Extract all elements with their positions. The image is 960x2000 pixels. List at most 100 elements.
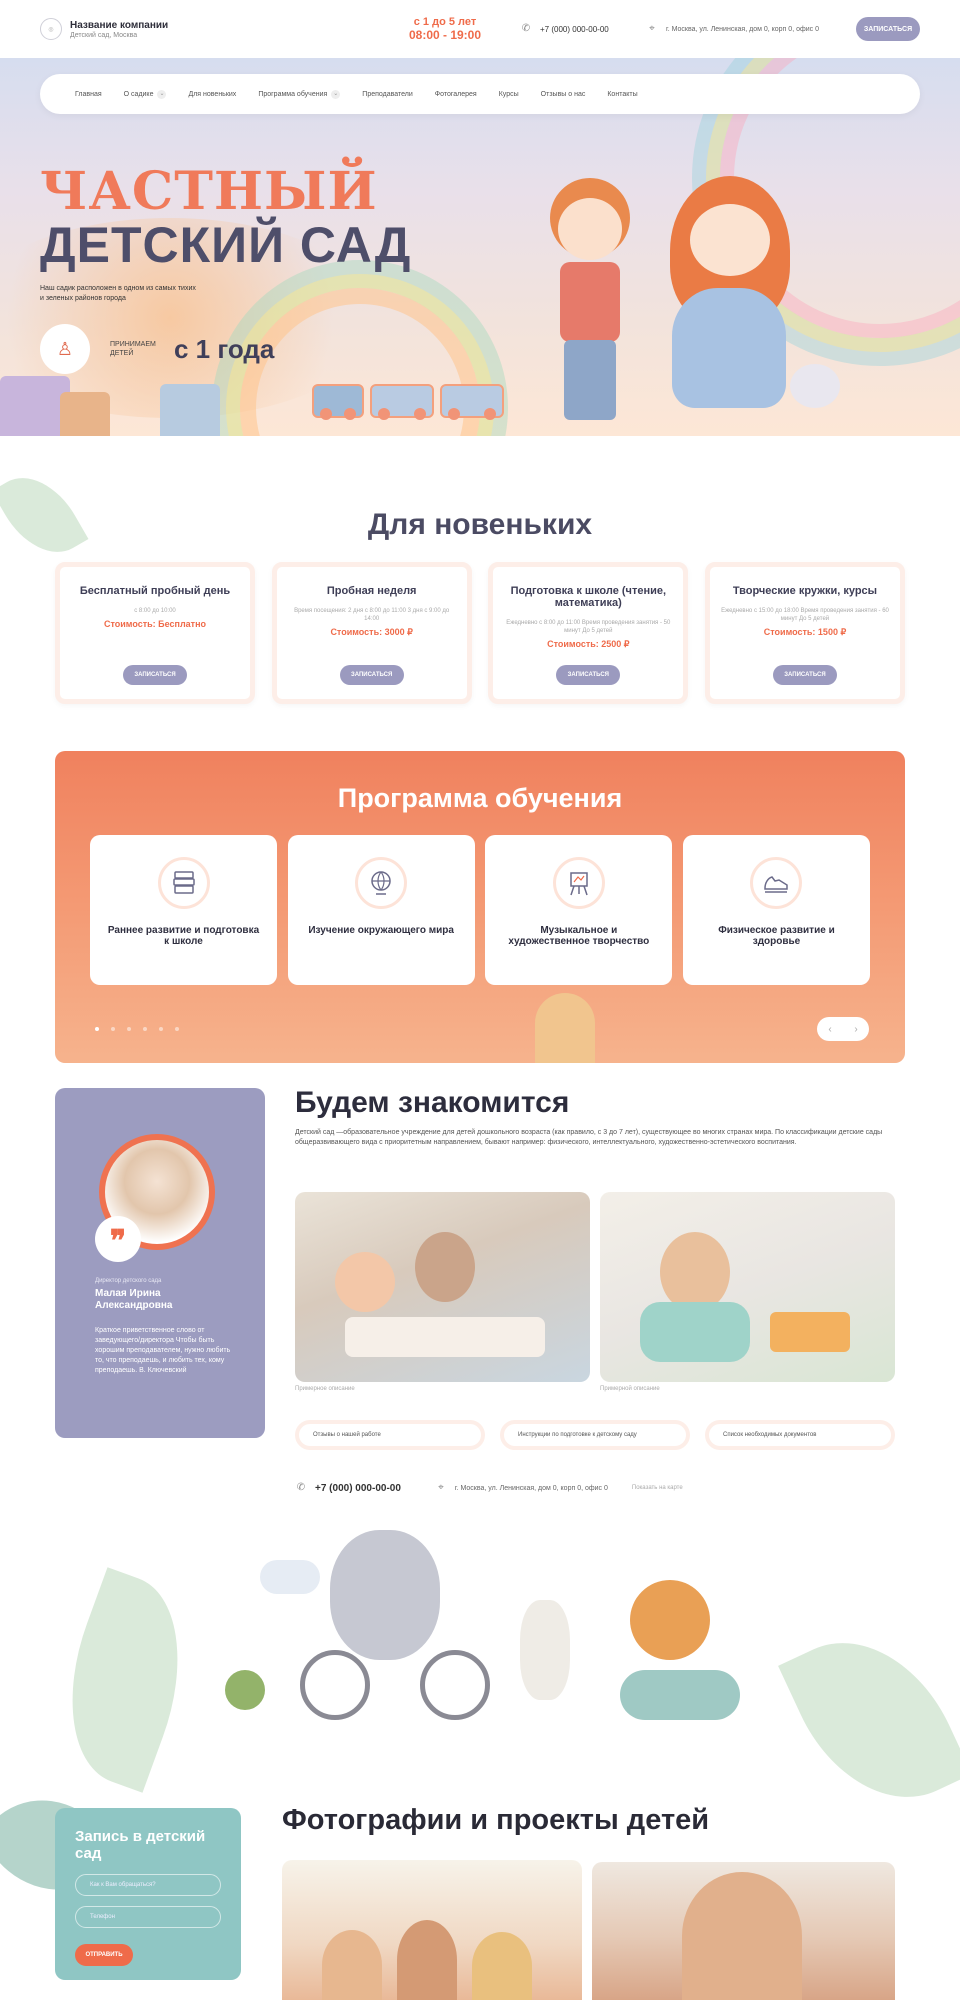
phone-icon: ✆: [521, 23, 531, 34]
nav-item-courses[interactable]: Курсы: [499, 91, 519, 98]
chevron-down-icon[interactable]: ⌄: [157, 89, 167, 99]
contact-phone[interactable]: +7 (000) 000-00-00: [315, 1483, 401, 1494]
program-card[interactable]: Физическое развитие и здоровье: [682, 835, 870, 985]
nav-item-home[interactable]: Главная: [75, 91, 102, 98]
company-subtitle: Детский сад, Москва: [70, 31, 138, 39]
kids-art-photo[interactable]: [282, 1860, 582, 2000]
card-signup-button[interactable]: ЗАПИСАТЬСЯ: [123, 665, 187, 685]
show-on-map-link[interactable]: Показать на карте: [632, 1485, 683, 1491]
form-title: Запись в детский сад: [75, 1828, 206, 1862]
director-quote: Краткое приветственное слово от заведующ…: [95, 1327, 231, 1374]
card-details: с 8:00 до 10:00: [134, 608, 176, 614]
header-phone-number[interactable]: +7 (000) 000-00-00: [540, 25, 609, 34]
turtle-illustration: [225, 1670, 265, 1710]
carousel-dot[interactable]: [143, 1027, 147, 1031]
card-title: Бесплатный пробный день: [79, 585, 231, 597]
contact-address: ⌖ г. Москва, ул. Ленинская, дом 0, корп …: [435, 1482, 608, 1494]
main-nav: Главная О садике ⌄ Для новеньких Программ…: [40, 74, 920, 114]
girl-portrait-photo[interactable]: [592, 1862, 895, 2000]
books-icon: [157, 857, 210, 909]
nav-item-about[interactable]: О садике ⌄: [124, 89, 167, 99]
program-card-label: Изучение окружающего мира: [308, 925, 454, 936]
nav-item-gallery[interactable]: Фотогалерея: [435, 91, 477, 98]
header-phone[interactable]: ✆ +7 (000) 000-00-00: [520, 23, 630, 35]
program-title: Программа обучения: [337, 783, 623, 813]
nav-item-newcomers[interactable]: Для новеньких: [188, 91, 236, 98]
accept-age: с 1 года: [174, 333, 275, 364]
giraffe-illustration: [535, 993, 595, 1063]
age-badge: ♙ ПРИНИМАЕМ ДЕТЕЙ с 1 года: [40, 324, 274, 374]
reviews-link[interactable]: Отзывы о нашей работе: [295, 1420, 485, 1450]
nav-item-reviews[interactable]: Отзывы о нас: [541, 91, 586, 98]
carousel-dots: [95, 1027, 191, 1031]
nav-item-contacts[interactable]: Контакты: [607, 91, 637, 98]
globe-icon: [355, 857, 408, 909]
card-signup-button[interactable]: ЗАПИСАТЬСЯ: [772, 665, 837, 685]
meet-title: Будем знакомится: [295, 1086, 570, 1119]
program-card[interactable]: Раннее развитие и подготовка к школе: [90, 835, 277, 985]
boy-pants: [564, 340, 616, 420]
house-illustration: [60, 392, 110, 436]
carousel-dot[interactable]: [111, 1027, 115, 1031]
rabbit-illustration: [520, 1600, 570, 1700]
chevron-left-icon[interactable]: ‹: [828, 1024, 831, 1035]
program-card-label: Музыкальное и художественное творчество: [508, 925, 650, 947]
newcomer-card: Пробная неделя Время посещения: 2 дня с …: [271, 562, 472, 704]
card-price: Стоимость: 2500 ₽: [547, 639, 630, 649]
program-card[interactable]: Музыкальное и художественное творчество: [485, 835, 673, 985]
newcomers-cards: Бесплатный пробный день с 8:00 до 10:00 …: [55, 562, 905, 704]
phone-field[interactable]: Телефон: [75, 1906, 221, 1928]
meet-description: Детский сад —образовательное учреждение …: [295, 1129, 883, 1146]
program-card[interactable]: Изучение окружающего мира: [287, 835, 475, 985]
hero-description: Наш садик расположен в одном из самых ти…: [40, 285, 196, 302]
director-role: Директор детского сада: [95, 1278, 162, 1284]
playroom-photo[interactable]: [600, 1192, 895, 1382]
header-signup-button[interactable]: ЗАПИСАТЬСЯ: [856, 17, 920, 41]
director-card: ❞ Директор детского сада Малая Ирина Але…: [55, 1088, 265, 1438]
carousel-dot[interactable]: [175, 1027, 179, 1031]
header-address: ⌖ г. Москва, ул. Ленинская, дом 0, корп …: [646, 23, 836, 35]
card-signup-button[interactable]: ЗАПИСАТЬСЯ: [339, 665, 404, 685]
documents-link[interactable]: Список необходимых документов: [705, 1420, 895, 1450]
carousel-dot[interactable]: [95, 1027, 99, 1031]
card-details: Ежедневно с 15:00 до 18:00 Время проведе…: [721, 608, 889, 622]
program-card-label: Раннее развитие и подготовка к школе: [107, 925, 260, 947]
toy-bunny: [790, 364, 840, 408]
chevron-down-icon[interactable]: ⌄: [331, 89, 341, 99]
elephant-illustration: [330, 1530, 440, 1660]
photo-caption: Примерной описание: [600, 1386, 660, 1392]
submit-button[interactable]: ОТПРАВИТЬ: [75, 1944, 133, 1966]
carousel-dot[interactable]: [127, 1027, 131, 1031]
company-name: Название компании: [70, 19, 169, 31]
photo-caption: Примерное описание: [295, 1386, 355, 1392]
easel-icon: [552, 857, 605, 909]
card-price: Стоимость: 3000 ₽: [330, 627, 413, 637]
bicycle-wheel: [420, 1650, 490, 1720]
nav-item-program[interactable]: Программа обучения ⌄: [258, 89, 341, 99]
card-signup-button[interactable]: ЗАПИСАТЬСЯ: [556, 665, 621, 685]
hero-title-line1: ЧАСТНЫЙ: [40, 161, 378, 222]
newcomer-card: Подготовка к школе (чтение, математика) …: [488, 562, 689, 704]
card-title: Подготовка к школе (чтение, математика): [510, 585, 667, 609]
opening-hours: с 1 до 5 лет 08:00 - 19:00: [400, 16, 490, 42]
cloud-illustration: [260, 1560, 320, 1594]
card-details: Время посещения: 2 дня с 8:00 до 11:00 3…: [294, 608, 450, 622]
nav-item-teachers[interactable]: Преподаватели: [362, 91, 413, 98]
child-icon: ♙: [40, 324, 90, 374]
program-cards: Раннее развитие и подготовка к школе Изу…: [90, 835, 870, 985]
contact-row: ✆ +7 (000) 000-00-00 ⌖ г. Москва, ул. Ле…: [295, 1482, 683, 1494]
card-title: Пробная неделя: [326, 585, 417, 597]
company-logo[interactable]: ◎: [40, 18, 62, 40]
phone-icon: ✆: [296, 1482, 306, 1493]
sneaker-icon: [750, 857, 803, 909]
newcomer-card: Бесплатный пробный день с 8:00 до 10:00 …: [55, 562, 255, 704]
bicycle-wheel: [300, 1650, 370, 1720]
hours-text: 08:00 - 19:00: [408, 28, 482, 42]
carousel-dot[interactable]: [159, 1027, 163, 1031]
card-price: Стоимость: Бесплатно: [103, 619, 207, 629]
lion-illustration: [630, 1580, 710, 1660]
chevron-right-icon[interactable]: ›: [854, 1024, 857, 1035]
preparation-link[interactable]: Инструкции по подготовке к детскому саду: [500, 1420, 690, 1450]
name-field[interactable]: Как к Вам обращаться?: [75, 1874, 221, 1896]
classroom-photo[interactable]: [295, 1192, 590, 1382]
